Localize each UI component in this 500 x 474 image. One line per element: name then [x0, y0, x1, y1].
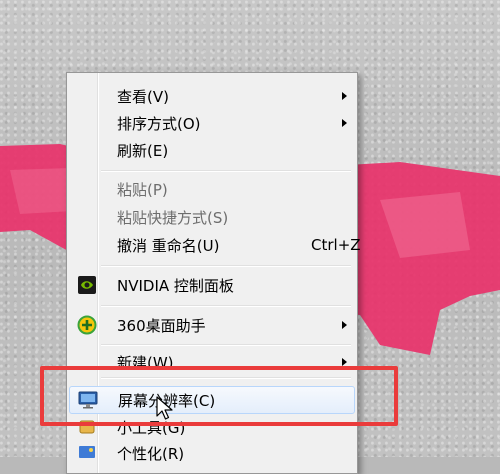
menu-item-shortcut: Ctrl+Z	[311, 236, 361, 254]
menu-item-label: 排序方式(O)	[117, 114, 201, 133]
submenu-arrow-icon	[342, 92, 347, 100]
menu-item-undo-rename[interactable]: 撤消 重命名(U) Ctrl+Z	[69, 232, 361, 258]
menu-item-refresh[interactable]: 刷新(E)	[69, 137, 353, 163]
menu-item-label: 粘贴快捷方式(S)	[117, 208, 229, 227]
menu-item-label: 刷新(E)	[117, 141, 169, 160]
menu-item-nvidia-control-panel[interactable]: NVIDIA 控制面板	[69, 272, 353, 298]
menu-item-paste[interactable]: 粘贴(P)	[69, 176, 353, 202]
menu-item-label: NVIDIA 控制面板	[117, 276, 234, 295]
nvidia-icon	[78, 276, 96, 294]
menu-item-label: 360桌面助手	[117, 316, 206, 335]
menu-item-view[interactable]: 查看(V)	[69, 83, 353, 109]
annotation-highlight-box	[40, 366, 398, 426]
menu-separator	[101, 344, 351, 346]
menu-item-paste-shortcut[interactable]: 粘贴快捷方式(S)	[69, 204, 353, 230]
menu-separator	[101, 265, 351, 267]
menu-item-label: 个性化(R)	[117, 444, 185, 463]
mouse-cursor-icon	[156, 396, 173, 420]
menu-item-sort-by[interactable]: 排序方式(O)	[69, 110, 353, 136]
menu-separator	[101, 170, 351, 172]
menu-item-label: 粘贴(P)	[117, 180, 168, 199]
personalize-icon	[79, 446, 95, 458]
menu-item-label: 撤消 重命名(U)	[117, 236, 220, 255]
submenu-arrow-icon	[342, 358, 347, 366]
menu-item-label: 查看(V)	[117, 87, 169, 106]
menu-separator	[101, 305, 351, 307]
360-assistant-icon	[77, 315, 97, 335]
submenu-arrow-icon	[342, 321, 347, 329]
submenu-arrow-icon	[342, 119, 347, 127]
menu-item-personalize[interactable]: 个性化(R)	[69, 440, 353, 466]
menu-item-360-desktop-assistant[interactable]: 360桌面助手	[69, 312, 353, 338]
